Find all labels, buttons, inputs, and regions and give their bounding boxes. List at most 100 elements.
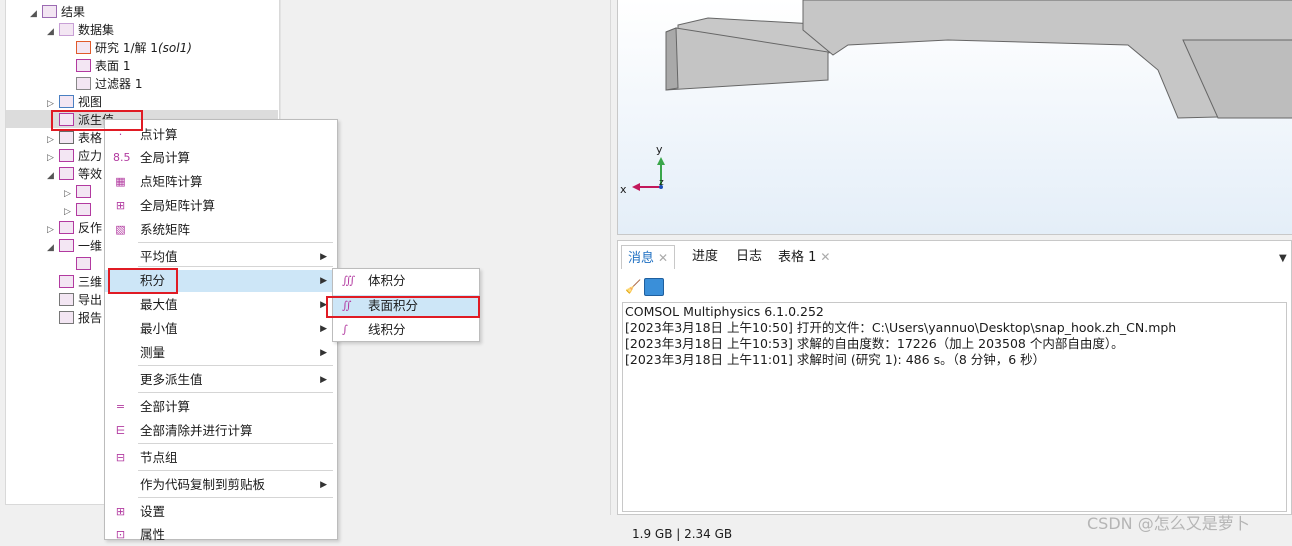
submenu-arrow-icon: ▶ (320, 480, 327, 490)
tree-item[interactable]: ◢ 等效 (47, 165, 102, 183)
plot-icon (76, 203, 91, 216)
tree-item[interactable]: ◢ 结果 (30, 3, 85, 21)
tree-item[interactable]: 研究 1/解 1(sol1) (64, 39, 192, 57)
menu-item-label: 全局矩阵计算 (140, 198, 216, 213)
menu-item-label: 属性 (140, 527, 166, 542)
surface-icon (76, 59, 91, 72)
menu-item-8[interactable]: 最小值 ▶ (105, 318, 337, 340)
tab-2[interactable]: 日志 (730, 245, 768, 269)
menu-item-label: 测量 (140, 345, 166, 360)
tab-label: 消息 (628, 251, 655, 266)
menu-item-14[interactable]: 作为代码复制到剪贴板 ▶ (105, 474, 337, 496)
datasets-icon (59, 23, 74, 36)
tree-item-label: 数据集 (78, 23, 115, 37)
tree-item-label: 表面 1 (95, 59, 131, 73)
tree-item[interactable]: 三维 (47, 273, 102, 291)
tree-item[interactable]: 过滤器 1 (64, 75, 142, 93)
menu-item-1[interactable]: 8.5 全局计算 (105, 147, 337, 169)
menu-separator (138, 242, 333, 243)
tree-item[interactable]: ▷ 应力 (47, 147, 102, 165)
tree-item-label: 研究 1/解 1 (95, 41, 158, 55)
tree-item-tag: (sol1) (157, 41, 192, 55)
menu-item-label: 设置 (140, 504, 166, 519)
tab-1[interactable]: 进度 (686, 245, 724, 269)
menu-item-label: 全部计算 (140, 399, 191, 414)
tree-item[interactable] (64, 255, 95, 273)
menu-item-label: 点计算 (140, 127, 178, 142)
expand-toggle-icon[interactable]: ◢ (47, 23, 59, 41)
tree-item[interactable]: ▷ (64, 201, 95, 219)
tree-item[interactable]: ◢ 一维 (47, 237, 102, 255)
tree-item[interactable]: ◢ 数据集 (47, 21, 114, 39)
tab-label: 日志 (736, 249, 763, 264)
menu-item-9[interactable]: 测量 ▶ (105, 342, 337, 364)
menu-item-label: 更多派生值 (140, 372, 203, 387)
close-icon[interactable]: ✕ (820, 250, 830, 264)
menu-item-12[interactable]: ⋿ 全部清除并进行计算 (105, 420, 337, 442)
menu-item-10[interactable]: 更多派生值 ▶ (105, 369, 337, 391)
tree-item-label: 一维 (78, 239, 103, 253)
tree-item[interactable]: ▷ (64, 183, 95, 201)
chevron-down-icon[interactable]: ▼ (1279, 253, 1287, 264)
integral-icon: ∭ (342, 274, 356, 287)
menu-item-4[interactable]: ▧ 系统矩阵 (105, 219, 337, 241)
menu-item-label: 平均值 (140, 249, 178, 264)
tab-3[interactable]: 表格 1 ✕ (772, 245, 836, 269)
expand-toggle-icon[interactable]: ◢ (47, 167, 59, 185)
tree-item[interactable]: ▷ 表格 (47, 129, 102, 147)
point-matrix-icon: ▦ (115, 175, 126, 188)
close-icon[interactable]: ✕ (658, 251, 668, 265)
submenu-arrow-icon: ▶ (320, 324, 327, 334)
tree-item-label: 反作 (78, 221, 103, 235)
menu-item-label: 作为代码复制到剪贴板 (140, 477, 266, 492)
menu-item-16[interactable]: ⊡ 属性 (105, 524, 337, 546)
submenu-item-label: 体积分 (368, 273, 406, 288)
menu-item-15[interactable]: ⊞ 设置 (105, 501, 337, 523)
submenu-item-2[interactable]: ∫ 线积分 (333, 319, 479, 341)
log-line: [2023年3月18日 上午10:53] 求解的自由度数：17226（加上 20… (625, 336, 1124, 351)
tree-item[interactable]: ▷ 视图 (47, 93, 102, 111)
menu-item-11[interactable]: = 全部计算 (105, 396, 337, 418)
submenu-arrow-icon: ▶ (320, 348, 327, 358)
tree-item-label: 视图 (78, 95, 103, 109)
menu-item-5[interactable]: 平均值 ▶ (105, 246, 337, 268)
broom-icon[interactable]: 🧹 (625, 280, 641, 295)
axis-z-label: z (659, 178, 664, 188)
submenu-arrow-icon: ▶ (320, 252, 327, 262)
tree-item[interactable]: 表面 1 (64, 57, 130, 75)
menu-item-label: 点矩阵计算 (140, 174, 203, 189)
tree-item-label: 三维 (78, 275, 103, 289)
graphics-window[interactable] (617, 0, 1292, 235)
submenu-item-0[interactable]: ∭ 体积分 (333, 270, 479, 292)
tree-item[interactable]: 报告 (47, 309, 102, 327)
model-geometry (632, 0, 1292, 191)
menu-item-label: 最小值 (140, 321, 178, 336)
line-plot-icon (59, 239, 74, 252)
system-matrix-icon: ▧ (115, 223, 126, 236)
expand-toggle-icon[interactable]: ◢ (30, 5, 42, 23)
tree-item[interactable]: 导出 (47, 291, 102, 309)
clear-messages-icon[interactable] (644, 278, 664, 296)
menu-item-13[interactable]: ⊟ 节点组 (105, 447, 337, 469)
menu-item-2[interactable]: ▦ 点矩阵计算 (105, 171, 337, 193)
menu-separator (138, 470, 333, 471)
menu-item-3[interactable]: ⊞ 全局矩阵计算 (105, 195, 337, 217)
stress-icon (59, 149, 74, 162)
annotation-box-derived-values (51, 110, 143, 131)
menu-item-7[interactable]: 最大值 ▶ (105, 294, 337, 316)
menu-separator (138, 497, 333, 498)
tree-item-label: 等效 (78, 167, 103, 181)
submenu-item-label: 线积分 (368, 322, 406, 337)
tree-item-label: 导出 (78, 293, 103, 307)
tree-item-label: 过滤器 1 (95, 77, 143, 91)
tab-0[interactable]: 消息 ✕ (621, 245, 676, 269)
annotation-box-integration (108, 268, 178, 294)
annotation-box-surface-integration (326, 296, 480, 318)
tree-item[interactable]: ▷ 反作 (47, 219, 102, 237)
menu-item-label: 全部清除并进行计算 (140, 423, 253, 438)
log-line: [2023年3月18日 上午11:01] 求解时间 (研究 1): 486 s。… (625, 352, 1046, 367)
menu-separator (138, 392, 333, 393)
export-icon (59, 293, 74, 306)
node-group-icon: ⊟ (115, 451, 126, 464)
expand-toggle-icon[interactable]: ◢ (47, 239, 59, 257)
